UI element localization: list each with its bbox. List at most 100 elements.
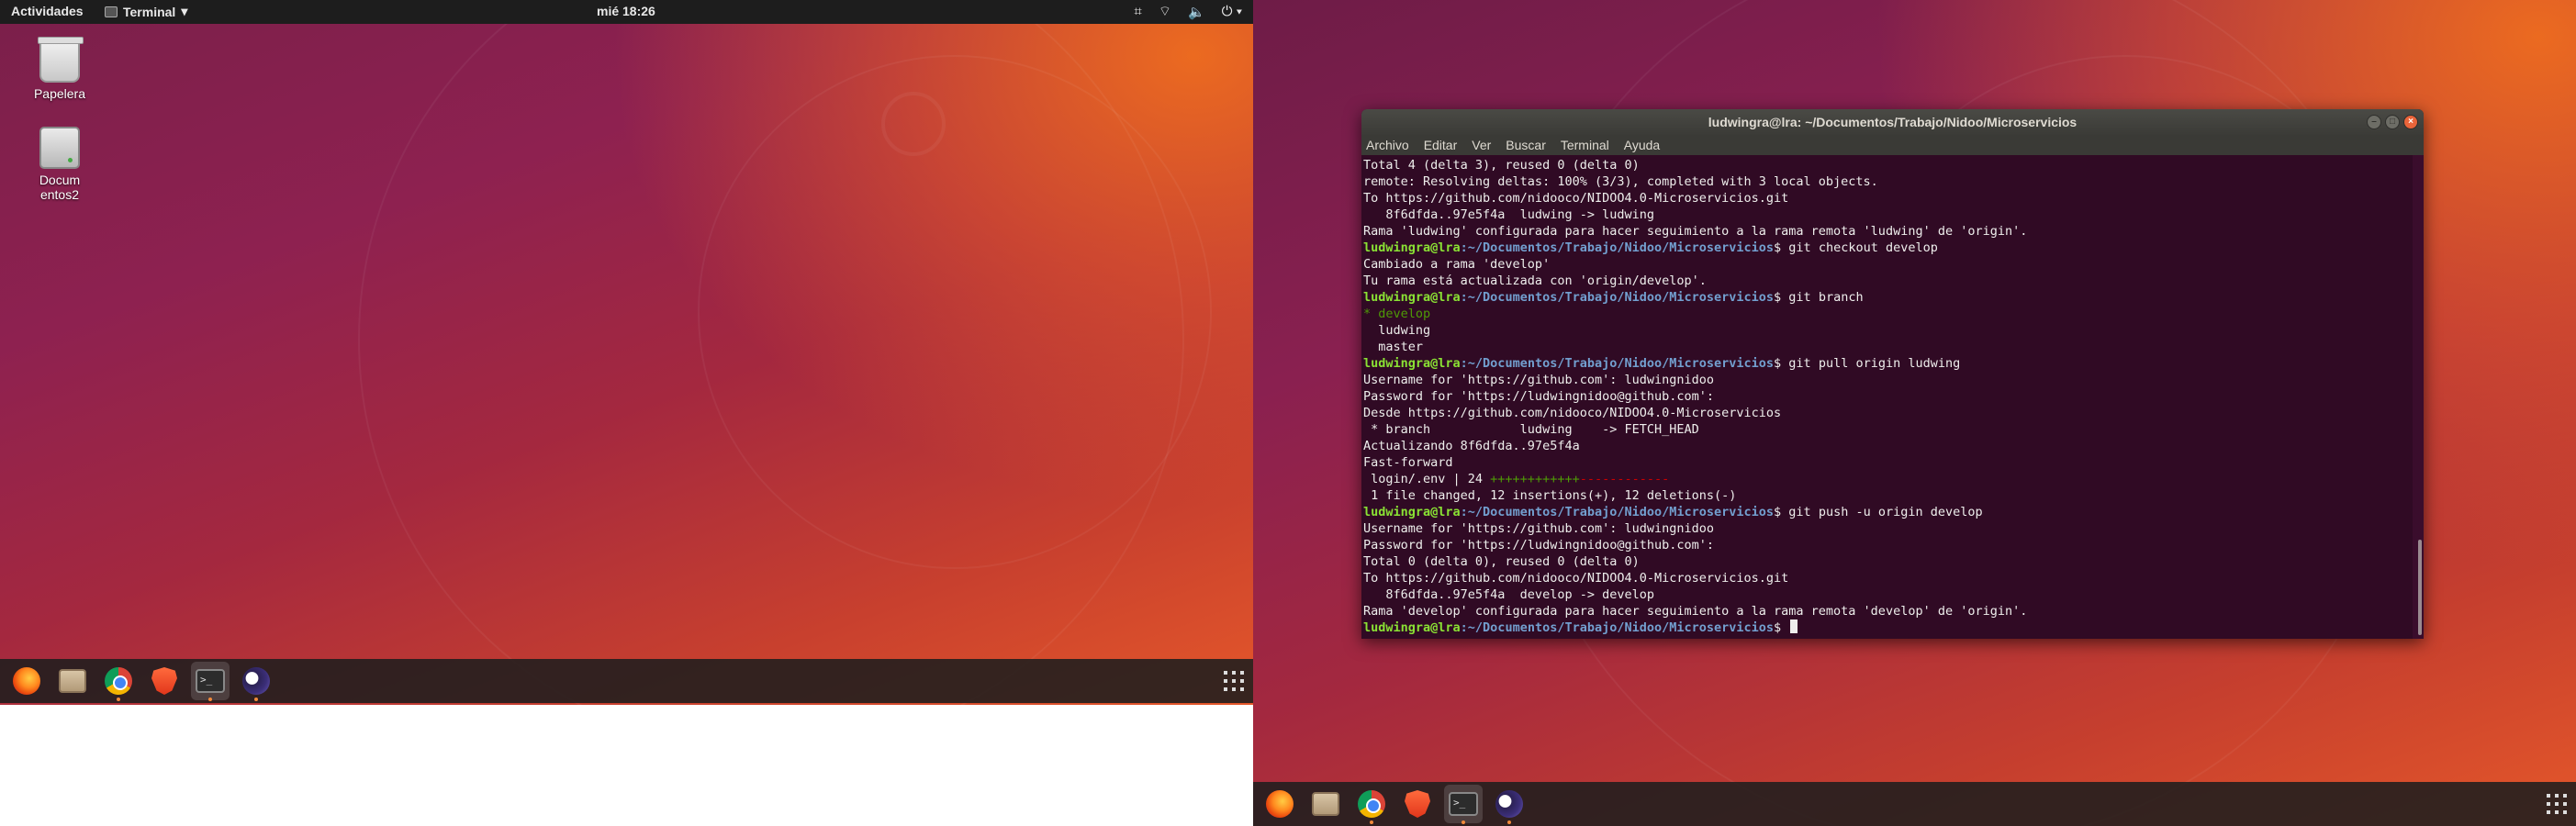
menu-terminal[interactable]: Terminal bbox=[1561, 138, 1609, 152]
chrome-icon bbox=[1358, 790, 1385, 818]
terminal-line: ludwingra@lra:~/Documentos/Trabajo/Nidoo… bbox=[1363, 289, 2411, 306]
app-menu-label: Terminal bbox=[123, 4, 176, 19]
terminal-icon: >_ bbox=[1449, 792, 1478, 816]
text-cursor bbox=[1790, 620, 1798, 633]
dock-app-eclipse[interactable] bbox=[1490, 785, 1529, 824]
terminal-line: Total 4 (delta 3), reused 0 (delta 0) bbox=[1363, 157, 2411, 173]
activities-button[interactable]: Actividades bbox=[11, 4, 84, 18]
close-button[interactable]: × bbox=[2403, 115, 2418, 129]
output-text: Username for 'https://github.com': ludwi… bbox=[1363, 373, 1715, 387]
eclipse-icon bbox=[1495, 790, 1523, 818]
output-text: * branch ludwing -> FETCH_HEAD bbox=[1363, 422, 1699, 437]
terminal-line: Cambiado a rama 'develop' bbox=[1363, 256, 2411, 273]
output-text: Rama 'ludwing' configurada para hacer se… bbox=[1363, 224, 2028, 239]
menu-buscar[interactable]: Buscar bbox=[1506, 138, 1546, 152]
drive-icon bbox=[39, 127, 80, 169]
running-indicator bbox=[254, 698, 258, 701]
output-text: Tu rama está actualizada con 'origin/dev… bbox=[1363, 273, 1707, 288]
window-title: ludwingra@lra: ~/Documentos/Trabajo/Nido… bbox=[1708, 115, 2078, 129]
dock-app-firefox[interactable] bbox=[7, 662, 46, 700]
prompt-path: :~/Documentos/Trabajo/Nidoo/Microservici… bbox=[1460, 505, 1775, 519]
dock-app-files[interactable] bbox=[1306, 785, 1345, 823]
prompt-user: ludwingra@lra bbox=[1363, 356, 1461, 371]
terminal-menubar: Archivo Editar Ver Buscar Terminal Ayuda bbox=[1361, 135, 2424, 155]
dock-app-chrome[interactable] bbox=[99, 662, 138, 701]
desktop-icon-drive[interactable]: Documentos2 bbox=[18, 127, 101, 202]
terminal-window[interactable]: ludwingra@lra: ~/Documentos/Trabajo/Nido… bbox=[1361, 109, 2424, 639]
terminal-output[interactable]: Total 4 (delta 3), reused 0 (delta 0) rem… bbox=[1361, 155, 2413, 639]
diffstat-text: login/.env | 24 bbox=[1363, 472, 1491, 486]
minimize-button[interactable]: – bbox=[2367, 115, 2381, 129]
command-text: $ bbox=[1774, 620, 1789, 635]
output-text: 1 file changed, 12 insertions(+), 12 del… bbox=[1363, 488, 1737, 503]
volume-icon: 🔈 bbox=[1187, 4, 1205, 20]
running-indicator bbox=[117, 698, 120, 701]
branch-current: * develop bbox=[1363, 307, 1431, 321]
menu-editar[interactable]: Editar bbox=[1424, 138, 1458, 152]
running-indicator bbox=[1370, 820, 1373, 824]
eclipse-icon bbox=[242, 667, 270, 695]
diffstat-insertions: ++++++++++++ bbox=[1490, 472, 1580, 486]
terminal-line: Tu rama está actualizada con 'origin/dev… bbox=[1363, 273, 2411, 289]
clock[interactable]: mié 18:26 bbox=[597, 4, 655, 18]
terminal-line: Rama 'develop' configurada para hacer se… bbox=[1363, 603, 2411, 620]
output-text: Username for 'https://github.com': ludwi… bbox=[1363, 521, 1715, 536]
terminal-line: 8f6dfda..97e5f4a develop -> develop bbox=[1363, 586, 2411, 603]
brave-icon bbox=[151, 667, 177, 695]
terminal-icon bbox=[105, 6, 118, 17]
window-controls: – □ × bbox=[2367, 115, 2418, 129]
command-text: $ git push -u origin develop bbox=[1774, 505, 1983, 519]
desktop-icon-label: Documentos2 bbox=[39, 173, 81, 202]
output-text: Fast-forward bbox=[1363, 455, 1453, 470]
dock: >_ bbox=[0, 659, 1253, 703]
terminal-line: ludwingra@lra:~/Documentos/Trabajo/Nidoo… bbox=[1363, 355, 2411, 372]
terminal-scrollbar[interactable] bbox=[2413, 155, 2424, 639]
desktop-icon-label: Papelera bbox=[33, 86, 86, 101]
terminal-line: Username for 'https://github.com': ludwi… bbox=[1363, 520, 2411, 537]
terminal-line: login/.env | 24 ++++++++++++------------ bbox=[1363, 471, 2411, 487]
terminal-line: master bbox=[1363, 339, 2411, 355]
files-icon bbox=[59, 669, 86, 693]
terminal-line: * develop bbox=[1363, 306, 2411, 322]
terminal-line: Total 0 (delta 0), reused 0 (delta 0) bbox=[1363, 553, 2411, 570]
dock: >_ bbox=[1253, 782, 2576, 826]
show-applications-button[interactable] bbox=[1224, 671, 1244, 691]
dock-app-brave[interactable] bbox=[1398, 785, 1437, 823]
output-text: Actualizando 8f6dfda..97e5f4a bbox=[1363, 439, 1580, 453]
prompt-user: ludwingra@lra bbox=[1363, 620, 1461, 635]
output-text: Password for 'https://ludwingnidoo@githu… bbox=[1363, 538, 1715, 553]
left-monitor: Actividades Terminal ▾ mié 18:26 ⌗ ⌔ 🔈 ⏻… bbox=[0, 0, 1253, 705]
app-menu[interactable]: Terminal ▾ bbox=[105, 4, 187, 19]
terminal-line: 1 file changed, 12 insertions(+), 12 del… bbox=[1363, 487, 2411, 504]
scrollbar-thumb[interactable] bbox=[2418, 540, 2422, 635]
menu-archivo[interactable]: Archivo bbox=[1366, 138, 1409, 152]
terminal-icon: >_ bbox=[196, 669, 225, 693]
chrome-icon bbox=[105, 667, 132, 695]
firefox-icon bbox=[13, 667, 40, 695]
output-text: 8f6dfda..97e5f4a ludwing -> ludwing bbox=[1363, 207, 1654, 222]
dock-app-firefox[interactable] bbox=[1260, 785, 1299, 823]
trash-icon bbox=[38, 37, 84, 83]
terminal-line: Password for 'https://ludwingnidoo@githu… bbox=[1363, 388, 2411, 405]
chevron-down-icon: ▾ bbox=[181, 4, 188, 18]
menu-ayuda[interactable]: Ayuda bbox=[1624, 138, 1660, 152]
terminal-titlebar[interactable]: ludwingra@lra: ~/Documentos/Trabajo/Nido… bbox=[1361, 109, 2424, 135]
show-applications-button[interactable] bbox=[2547, 794, 2567, 814]
prompt-path: :~/Documentos/Trabajo/Nidoo/Microservici… bbox=[1460, 620, 1775, 635]
output-text: ludwing bbox=[1363, 323, 1431, 338]
dock-app-terminal[interactable]: >_ bbox=[1444, 785, 1483, 824]
slack-icon[interactable]: ⌗ bbox=[1134, 4, 1141, 19]
dock-app-terminal[interactable]: >_ bbox=[191, 662, 230, 701]
dock-app-chrome[interactable] bbox=[1352, 785, 1391, 824]
output-text: 8f6dfda..97e5f4a develop -> develop bbox=[1363, 587, 1654, 602]
dock-app-eclipse[interactable] bbox=[237, 662, 275, 701]
maximize-button[interactable]: □ bbox=[2385, 115, 2400, 129]
dock-app-brave[interactable] bbox=[145, 662, 184, 700]
desktop-icon-trash[interactable]: Papelera bbox=[18, 37, 101, 101]
system-tray[interactable]: ⌗ ⌔ 🔈 ⏻ ▾ bbox=[1134, 3, 1242, 20]
terminal-line: To https://github.com/nidooco/NIDOO4.0-M… bbox=[1363, 190, 2411, 206]
prompt-user: ludwingra@lra bbox=[1363, 240, 1461, 255]
menu-ver[interactable]: Ver bbox=[1472, 138, 1491, 152]
wallpaper-circle bbox=[358, 0, 1184, 705]
dock-app-files[interactable] bbox=[53, 662, 92, 700]
